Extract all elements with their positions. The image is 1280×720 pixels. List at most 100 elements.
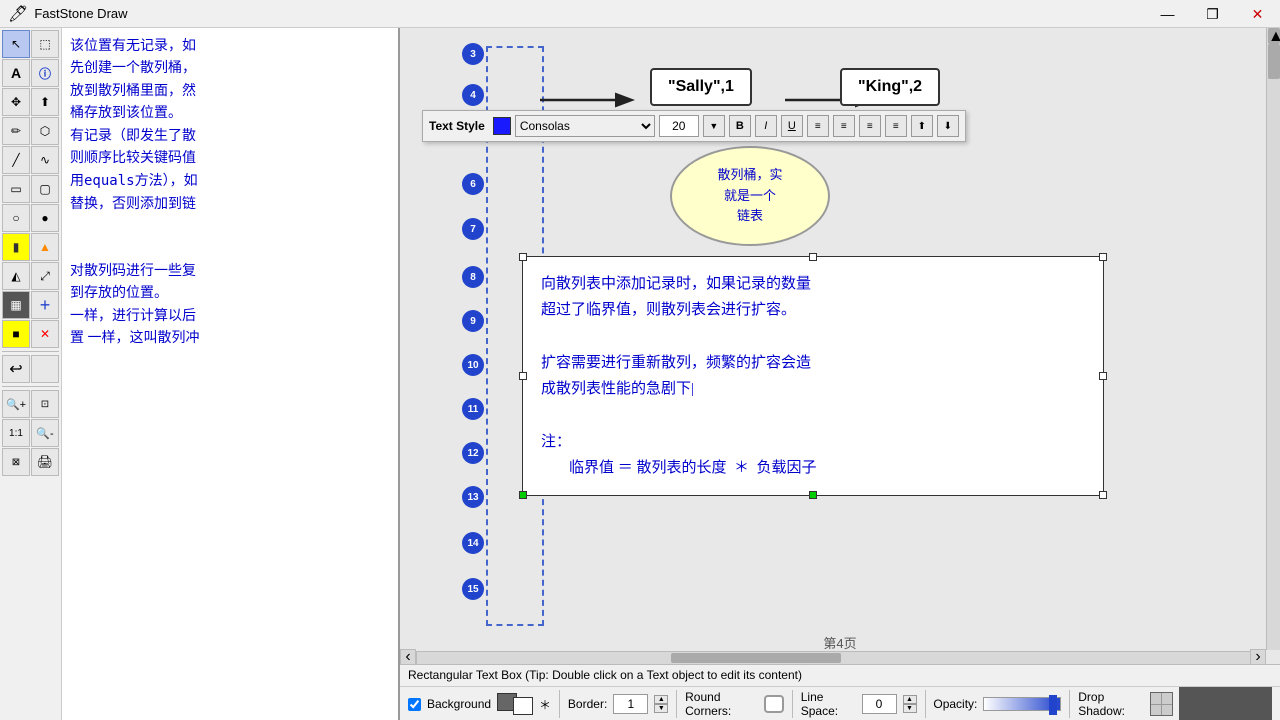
handle-bm[interactable] [809,491,817,499]
background-label: Background [427,697,491,711]
horizontal-scrollbar[interactable] [416,651,1266,665]
handle-br[interactable] [1099,491,1107,499]
close-button[interactable]: ✕ [1235,0,1280,28]
line-space-input[interactable] [862,694,897,714]
left-panel-text: 该位置有无记录，如 先创建一个散列桶， 放到散列桶里面，然 桶存放到该位置。 有… [62,28,398,358]
scroll-left-button[interactable]: ‹ [400,649,416,665]
handle-tr[interactable] [1099,253,1107,261]
text-style-toolbar: Text Style Consolas Arial SimSun ▼ B I U… [422,110,966,142]
print-tool[interactable]: 🖨 [31,448,59,476]
linespace-up[interactable]: ▲ [903,695,917,704]
bold-button[interactable]: B [729,115,751,137]
bottom-toolbar: Background ＊ Border: ▲ ▼ Round Corn [400,687,1280,720]
select-tool[interactable]: ↖ [2,30,30,58]
zoom-out-tool[interactable]: 🔍- [31,419,59,447]
text-line-4: 成散列表性能的急剧下| [541,376,1085,402]
hscroll-thumb[interactable] [671,653,841,663]
restore-button[interactable]: ❐ [1190,0,1235,28]
canvas-area[interactable]: Text Style Consolas Arial SimSun ▼ B I U… [400,28,1280,720]
round-corners-preview[interactable] [764,695,784,713]
border-input[interactable] [613,694,648,714]
line-space-label: Line Space: [801,690,856,718]
minimize-button[interactable]: — [1145,0,1190,28]
text-line-1: 向散列表中添加记录时，如果记录的数量 [541,271,1085,297]
status-text: Rectangular Text Box (Tip: Double click … [400,665,1280,687]
rounded-rect-tool[interactable]: ▢ [31,175,59,203]
rect-tool[interactable]: ▭ [2,175,30,203]
textstyle-label: Text Style [429,119,485,133]
font-family-select[interactable]: Consolas Arial SimSun [515,115,655,137]
text-line-2: 超过了临界值，则散列表会进行扩容。 [541,297,1085,323]
zoom-fit-tool[interactable]: ⊡ [31,390,59,418]
arrow-down-icon[interactable]: ▼ [703,115,725,137]
text-color-swatch[interactable] [493,117,511,135]
valign-top-button[interactable]: ⬆ [911,115,933,137]
line-tool[interactable]: ╱ [2,146,30,174]
vertical-scrollbar[interactable]: ▲ [1266,28,1280,650]
fill-shape-tool[interactable]: ◭ [2,262,30,290]
border-up[interactable]: ▲ [654,695,668,704]
background-checkbox[interactable] [408,698,421,711]
zoom-page-tool[interactable]: ⊠ [2,448,30,476]
undo-tool[interactable]: ↩ [2,355,30,383]
select-rect-tool[interactable]: ⬚ [31,30,59,58]
align-left-button[interactable]: ≡ [807,115,829,137]
highlight-tool[interactable]: ▮ [2,233,30,261]
circle-14: 14 [462,532,484,554]
handle-tl[interactable] [519,253,527,261]
opacity-slider[interactable] [983,697,1061,711]
opacity-label: Opacity: [933,697,977,711]
statusbar: Rectangular Text Box (Tip: Double click … [400,664,1280,720]
add-tool[interactable]: + [31,291,59,319]
move-tool[interactable]: ✥ [2,88,30,116]
vscroll-thumb[interactable] [1268,44,1280,79]
pencil-tool[interactable]: ✏ [2,117,30,145]
layer-tool[interactable]: ▦ [2,291,30,319]
valign-bottom-button[interactable]: ⬇ [937,115,959,137]
scroll-right-button[interactable]: › [1250,649,1266,665]
left-toolbar: ↖ ⬚ A ⓘ ✥ ⬆ ✏ ⬡ ╱ ∿ ▭ ▢ ○ ● ▮ ▲ [0,28,62,720]
color-block-tool[interactable]: ■ [2,320,30,348]
handle-bl[interactable] [519,491,527,499]
circle-4: 4 [462,84,484,106]
vscroll-up[interactable]: ▲ [1268,28,1280,44]
align-center-button[interactable]: ≡ [833,115,855,137]
line-space-spinner: ▲ ▼ [903,695,917,713]
ellipse-tool[interactable]: ○ [2,204,30,232]
eraser-tool[interactable]: ⬡ [31,117,59,145]
ellipse-fill-tool[interactable]: ● [31,204,59,232]
curve-tool[interactable]: ∿ [31,146,59,174]
align-justify-button[interactable]: ≡ [885,115,907,137]
sep-1 [559,690,560,718]
info-tool[interactable]: ⓘ [31,59,59,87]
transform-tool[interactable]: ⤢ [31,262,59,290]
sally-box: "Sally",1 [650,68,752,106]
delete-tool[interactable]: ✕ [31,320,59,348]
main-textbox[interactable]: 向散列表中添加记录时，如果记录的数量 超过了临界值，则散列表会进行扩容。 扩容需… [522,256,1104,496]
underline-button[interactable]: U [781,115,803,137]
circle-3: 3 [462,43,484,65]
linespace-down[interactable]: ▼ [903,704,917,713]
main-layout: ↖ ⬚ A ⓘ ✥ ⬆ ✏ ⬡ ╱ ∿ ▭ ▢ ○ ● ▮ ▲ [0,28,1280,720]
align-right-button[interactable]: ≡ [859,115,881,137]
circle-11: 11 [462,398,484,420]
textbox-content: 向散列表中添加记录时，如果记录的数量 超过了临界值，则散列表会进行扩容。 扩容需… [537,269,1089,483]
fg-color-swatch[interactable] [513,697,533,715]
zoom-1-1-tool[interactable]: 1:1 [2,419,30,447]
italic-button[interactable]: I [755,115,777,137]
pin-tool[interactable]: ⬆ [31,88,59,116]
circle-12: 12 [462,442,484,464]
text-tool[interactable]: A [2,59,30,87]
opacity-thumb[interactable] [1049,695,1057,715]
handle-ml[interactable] [519,372,527,380]
handle-tm[interactable] [809,253,817,261]
asterisk-1: ＊ [539,696,551,713]
border-down[interactable]: ▼ [654,704,668,713]
fill-tool[interactable]: ▲ [31,233,59,261]
border-label: Border: [568,697,607,711]
handle-mr[interactable] [1099,372,1107,380]
dropshadow-control[interactable] [1150,692,1173,716]
font-size-input[interactable] [659,115,699,137]
window-controls: — ❐ ✕ [1145,0,1280,28]
zoom-in-tool[interactable]: 🔍+ [2,390,30,418]
